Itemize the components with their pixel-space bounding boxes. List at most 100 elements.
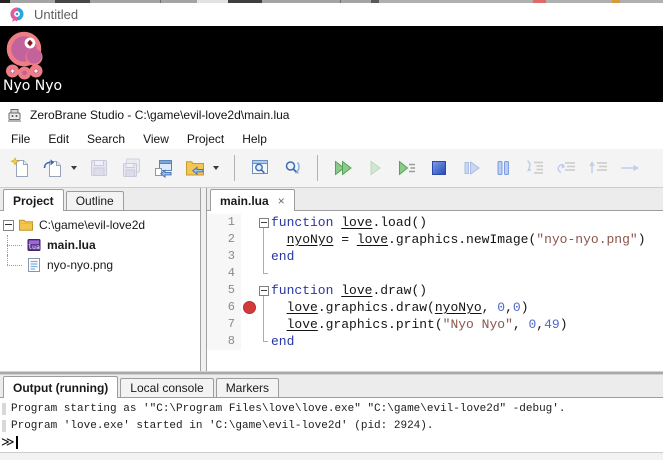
output-tab-markers[interactable]: Markers xyxy=(215,378,280,397)
project-from-file-icon xyxy=(155,160,172,179)
menu-item-view[interactable]: View xyxy=(134,130,178,148)
fold-margin[interactable] xyxy=(257,247,271,266)
project-directory-dropdown[interactable] xyxy=(211,156,221,180)
code-text: nyoNyo = love.graphics.newImage("nyo-nyo… xyxy=(286,232,646,247)
stop-process-button[interactable] xyxy=(427,156,451,180)
start-debugging-icon xyxy=(370,160,381,176)
editor-tabbar: main.lua × xyxy=(207,188,663,211)
project-panel-tab-outline[interactable]: Outline xyxy=(65,191,124,210)
tree-connector xyxy=(0,235,26,255)
new-file-icon xyxy=(10,157,28,177)
find-button[interactable] xyxy=(248,156,272,180)
fold-margin[interactable] xyxy=(257,298,271,317)
trace-button[interactable] xyxy=(619,156,643,180)
line-number[interactable]: 7 xyxy=(207,316,241,333)
code-line[interactable]: 3 end xyxy=(207,247,663,266)
fold-collapse-icon[interactable] xyxy=(259,286,269,296)
project-tree: C:\game\evil-love2d lua main.lua nyo-nyo.pn… xyxy=(0,211,200,371)
line-number[interactable]: 4 xyxy=(207,265,241,282)
code-line[interactable]: 8 end xyxy=(207,332,663,350)
status-bar xyxy=(0,452,663,460)
project-directory-button[interactable] xyxy=(183,156,207,180)
find-icon xyxy=(252,160,268,174)
tree-item-c-game-evil-love2d[interactable]: C:\game\evil-love2d xyxy=(0,215,200,235)
toolbar-separator xyxy=(317,155,318,181)
fold-collapse-icon[interactable] xyxy=(259,218,269,228)
open-file-dropdown[interactable] xyxy=(69,156,79,180)
fold-margin[interactable] xyxy=(257,214,271,232)
fold-margin[interactable] xyxy=(257,230,271,249)
line-number[interactable]: 8 xyxy=(207,333,241,350)
step-out-button[interactable] xyxy=(587,156,611,180)
breakpoint-margin[interactable] xyxy=(241,282,257,299)
code-editor[interactable]: 1 function love.load() 2 nyoNyo = love.gra… xyxy=(207,211,663,371)
breakpoint-icon[interactable] xyxy=(242,301,256,314)
project-panel-tab-project[interactable]: Project xyxy=(3,189,64,211)
fold-margin[interactable] xyxy=(257,315,271,334)
breakpoint-margin[interactable] xyxy=(241,231,257,248)
tab-label: Outline xyxy=(75,194,114,208)
trace-icon xyxy=(621,164,639,172)
line-number[interactable]: 2 xyxy=(207,231,241,248)
output-margin-mark xyxy=(2,419,6,432)
line-number[interactable]: 1 xyxy=(207,214,241,231)
breakpoint-margin[interactable] xyxy=(241,214,257,231)
find-and-replace-button[interactable] xyxy=(280,156,304,180)
breakpoint-margin[interactable] xyxy=(241,333,257,350)
editor-tab-main-lua[interactable]: main.lua × xyxy=(210,189,295,211)
open-file-icon xyxy=(43,159,61,177)
output-tab-local-console[interactable]: Local console xyxy=(120,378,214,397)
stop-process-icon xyxy=(432,161,446,175)
line-number[interactable]: 5 xyxy=(207,282,241,299)
output-tab-output-running[interactable]: Output (running) xyxy=(3,376,119,398)
breakpoint-margin[interactable] xyxy=(241,265,257,282)
fold-margin[interactable] xyxy=(257,332,271,350)
save-all-button[interactable] xyxy=(119,156,143,180)
breakpoint-margin[interactable] xyxy=(241,316,257,333)
run-button[interactable] xyxy=(331,156,355,180)
open-file-button[interactable] xyxy=(41,156,65,180)
fold-margin[interactable] xyxy=(257,282,271,300)
code-line[interactable]: 5 function love.draw() xyxy=(207,282,663,300)
run-to-cursor-button[interactable] xyxy=(395,156,419,180)
save-button[interactable] xyxy=(87,156,111,180)
fold-margin[interactable] xyxy=(257,264,271,282)
step-over-icon xyxy=(557,162,575,174)
menu-item-help[interactable]: Help xyxy=(233,130,276,148)
close-icon[interactable]: × xyxy=(278,194,285,208)
window-title: ZeroBrane Studio - C:\game\evil-love2d\m… xyxy=(30,108,290,122)
tree-item-main-lua[interactable]: lua main.lua xyxy=(0,235,200,255)
breakpoint-margin[interactable] xyxy=(241,299,257,316)
detach-process-button[interactable] xyxy=(459,156,483,180)
project-from-file-button[interactable] xyxy=(151,156,175,180)
output-console[interactable]: Program starting as '"C:\Program Files\l… xyxy=(0,398,663,452)
tree-item-nyo-nyo-png[interactable]: nyo-nyo.png xyxy=(0,255,200,275)
break-process-icon xyxy=(497,161,509,175)
code-line[interactable]: 2 nyoNyo = love.graphics.newImage("nyo-n… xyxy=(207,230,663,249)
menu-item-edit[interactable]: Edit xyxy=(39,130,78,148)
break-process-button[interactable] xyxy=(491,156,515,180)
project-panel-tabbar: Project Outline xyxy=(0,188,200,211)
start-debugging-button[interactable] xyxy=(363,156,387,180)
breakpoint-margin[interactable] xyxy=(241,248,257,265)
new-file-button[interactable] xyxy=(9,156,33,180)
console-prompt-row[interactable]: ≫ xyxy=(0,434,663,451)
save-icon xyxy=(91,160,107,176)
menu-item-project[interactable]: Project xyxy=(178,130,233,148)
step-out-icon xyxy=(589,161,607,173)
octopus-sprite xyxy=(6,31,43,80)
line-number[interactable]: 3 xyxy=(207,248,241,265)
zerobrane-titlebar: ZeroBrane Studio - C:\game\evil-love2d\m… xyxy=(0,102,663,128)
step-into-button[interactable] xyxy=(523,156,547,180)
expander-minus-icon[interactable] xyxy=(3,219,14,231)
code-line[interactable]: 1 function love.load() xyxy=(207,214,663,232)
code-line[interactable]: 6 love.graphics.draw(nyoNyo, 0,0) xyxy=(207,298,663,317)
step-over-button[interactable] xyxy=(555,156,579,180)
code-line[interactable]: 7 love.graphics.print("Nyo Nyo", 0,49) xyxy=(207,315,663,334)
menu-item-search[interactable]: Search xyxy=(78,130,134,148)
line-number[interactable]: 6 xyxy=(207,299,241,316)
code-line[interactable]: 4 xyxy=(207,264,663,282)
menu-item-file[interactable]: File xyxy=(2,130,39,148)
code-text: function love.draw() xyxy=(271,283,428,298)
output-line: Program 'love.exe' started in 'C:\game\e… xyxy=(0,417,663,434)
